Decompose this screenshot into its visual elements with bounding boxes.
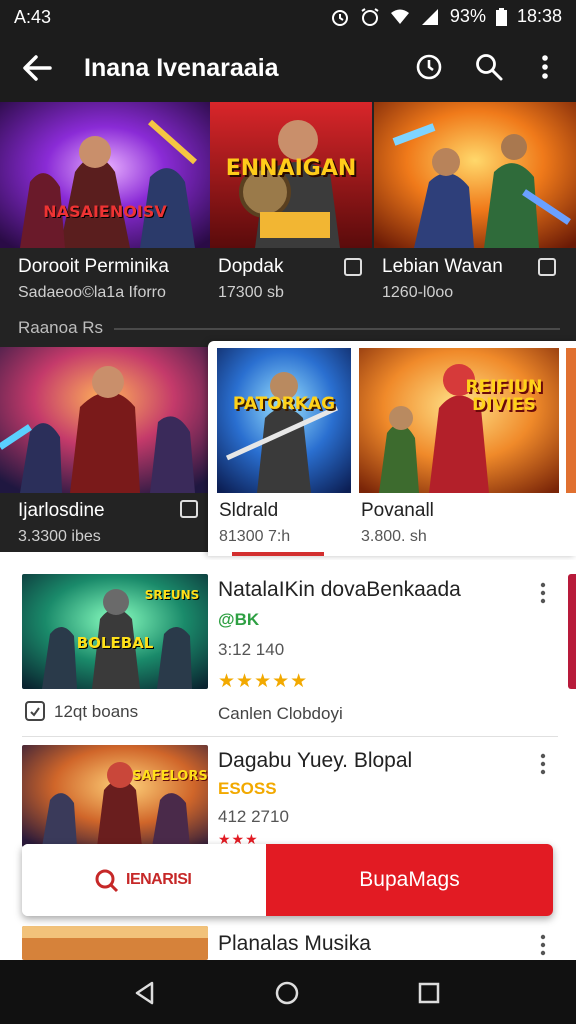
card-title[interactable]: Dopdak bbox=[218, 256, 284, 278]
game-artwork bbox=[359, 348, 559, 493]
download-icon[interactable] bbox=[344, 258, 362, 276]
status-bar: A:43 93% 18:38 bbox=[0, 0, 576, 34]
card-title[interactable]: Dorooit Perminika bbox=[18, 256, 169, 278]
game-card-thumbnail[interactable] bbox=[374, 102, 576, 248]
app-bar: Inana Ivenaraaia bbox=[0, 34, 576, 102]
card-title[interactable]: Povanall bbox=[361, 500, 434, 522]
card-title[interactable]: Lebian Wavan bbox=[382, 256, 503, 278]
list-item-footer: 12qt boans bbox=[54, 702, 139, 721]
card-subtitle: 1260-l0oo bbox=[382, 284, 454, 301]
more-options-icon[interactable] bbox=[530, 52, 560, 82]
artwork-caption: PATORKAG bbox=[232, 394, 336, 414]
artwork-caption: NASAIENOISV bbox=[43, 202, 167, 221]
primary-action-label: BupaMags bbox=[359, 868, 460, 891]
game-card-thumbnail[interactable]: REIFIUN DIVIES bbox=[359, 348, 559, 493]
back-nav-icon[interactable] bbox=[132, 980, 158, 1006]
card-title[interactable]: Ijarlosdine bbox=[18, 500, 105, 522]
list-item-meta: 3:12 140 bbox=[218, 640, 285, 659]
search-icon bbox=[95, 869, 119, 893]
list-item[interactable]: Planalas Musika bbox=[0, 918, 576, 960]
list-item-title[interactable]: Planalas Musika bbox=[218, 932, 371, 956]
status-clock: 18:38 bbox=[516, 6, 562, 26]
home-nav-icon[interactable] bbox=[274, 980, 300, 1006]
list-item-thumbnail[interactable]: BOLEBAL SREUNS bbox=[22, 574, 208, 689]
more-options-icon[interactable] bbox=[538, 934, 548, 956]
list-item-author: Canlen Clobdoyi bbox=[218, 704, 343, 723]
more-options-icon[interactable] bbox=[538, 582, 548, 604]
battery-icon bbox=[495, 7, 507, 26]
game-card-thumbnail[interactable]: ENNAIGAN bbox=[210, 102, 372, 248]
list-item-meta: 412 2710 bbox=[218, 807, 289, 826]
list-item-thumbnail[interactable]: SAFELORS bbox=[22, 745, 208, 847]
card-subtitle: 17300 sb bbox=[218, 284, 284, 301]
signal-icon bbox=[421, 8, 438, 25]
search-icon[interactable] bbox=[474, 52, 504, 82]
card-subtitle: 81300 7:h bbox=[219, 528, 291, 545]
rating-stars: ★★★★★ bbox=[218, 671, 309, 692]
game-card-thumbnail[interactable]: NASAIENOISV bbox=[0, 102, 210, 248]
list-item-tag: @BK bbox=[218, 610, 260, 629]
more-options-icon[interactable] bbox=[538, 753, 548, 775]
card-subtitle: Sadaeoo©la1a Iforro bbox=[18, 284, 166, 301]
active-tab-indicator bbox=[232, 552, 324, 556]
status-time: A:43 bbox=[14, 7, 52, 27]
card-subtitle: 3.800. sh bbox=[361, 528, 427, 545]
next-item-peek bbox=[568, 574, 576, 689]
next-card-peek[interactable] bbox=[566, 348, 576, 493]
artwork-caption: SAFELORS bbox=[132, 769, 208, 784]
artwork-caption: BOLEBAL bbox=[76, 634, 154, 652]
history-icon[interactable] bbox=[414, 52, 444, 82]
section-header: Raanoa Rs bbox=[18, 318, 104, 337]
status-icons: 93% 18:38 bbox=[330, 6, 562, 27]
battery-percent: 93% bbox=[449, 6, 486, 26]
action-bar: IENARISI BupaMags bbox=[22, 844, 553, 916]
save-icon[interactable] bbox=[24, 700, 46, 722]
secondary-action-label: IENARISI bbox=[126, 871, 192, 888]
download-icon[interactable] bbox=[180, 500, 198, 518]
alarm-icon bbox=[331, 9, 348, 26]
artwork-caption: SREUNS bbox=[144, 588, 200, 602]
game-artwork bbox=[0, 102, 210, 248]
list-item-title[interactable]: Dagabu Yuey. Blopal bbox=[218, 749, 412, 773]
game-card-thumbnail[interactable]: PATORKAG bbox=[217, 348, 351, 493]
primary-action-button[interactable]: BupaMags bbox=[266, 844, 553, 916]
section-divider bbox=[114, 328, 560, 330]
list-item[interactable]: BOLEBAL SREUNS NatalaIKin dovaBenkaada @… bbox=[0, 560, 576, 735]
recents-nav-icon[interactable] bbox=[416, 980, 442, 1006]
game-artwork bbox=[0, 347, 208, 493]
secondary-action-button[interactable]: IENARISI bbox=[22, 844, 266, 916]
game-artwork bbox=[217, 348, 351, 493]
page-title: Inana Ivenaraaia bbox=[84, 54, 279, 82]
game-artwork bbox=[22, 745, 208, 847]
list-item-tag: ESOSS bbox=[218, 779, 277, 798]
list-item-title[interactable]: NatalaIKin dovaBenkaada bbox=[218, 578, 461, 602]
game-artwork bbox=[22, 926, 208, 960]
artwork-caption: REIFIUN DIVIES bbox=[465, 377, 543, 415]
artwork-caption: ENNAIGAN bbox=[225, 156, 357, 181]
list-item[interactable]: SAFELORS Dagabu Yuey. Blopal ESOSS 412 2… bbox=[0, 737, 576, 847]
back-arrow-icon[interactable] bbox=[20, 52, 54, 84]
card-subtitle: 3.3300 ibes bbox=[18, 528, 101, 545]
download-icon[interactable] bbox=[538, 258, 556, 276]
wifi-icon bbox=[390, 9, 409, 24]
game-artwork bbox=[374, 102, 576, 248]
card-title[interactable]: Sldrald bbox=[219, 500, 278, 522]
alarm-clock-icon bbox=[361, 7, 379, 26]
system-nav-bar bbox=[0, 960, 576, 1024]
game-card-thumbnail[interactable] bbox=[0, 347, 208, 493]
list-item-thumbnail[interactable] bbox=[22, 926, 208, 960]
